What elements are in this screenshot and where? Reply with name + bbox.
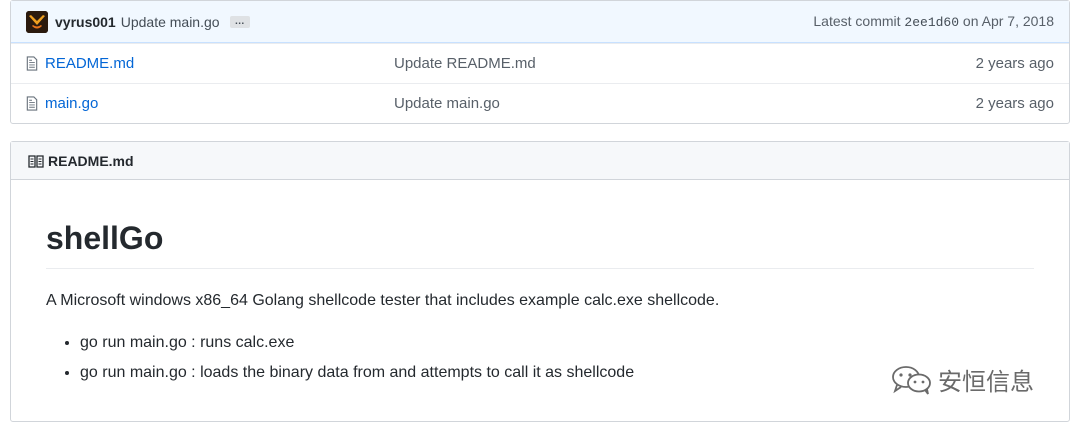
commit-message-link[interactable]: Update main.go <box>121 14 220 30</box>
readme-header-title: README.md <box>48 152 134 169</box>
commit-sha-link[interactable]: 2ee1d60 <box>904 15 959 30</box>
file-icon <box>26 96 38 111</box>
file-name-link[interactable]: main.go <box>45 95 98 112</box>
file-age: 2 years ago <box>975 55 1054 72</box>
file-age: 2 years ago <box>975 95 1054 112</box>
wechat-icon <box>892 365 931 395</box>
list-item: go run main.go : runs calc.exe <box>80 332 1034 354</box>
watermark: 安恒信息 <box>890 362 1034 397</box>
file-icon <box>26 56 38 71</box>
file-row: main.go Update main.go 2 years ago <box>11 83 1069 123</box>
readme-description: A Microsoft windows x86_64 Golang shellc… <box>46 292 720 309</box>
file-browser: vyrus001 Update main.go … Latest commit … <box>10 0 1070 124</box>
book-icon <box>28 154 44 168</box>
latest-commit-bar: vyrus001 Update main.go … Latest commit … <box>11 1 1069 43</box>
file-commit-message-link[interactable]: Update README.md <box>394 55 536 72</box>
watermark-text: 安恒信息 <box>938 368 1034 396</box>
commit-date: on Apr 7, 2018 <box>962 13 1054 29</box>
latest-commit-info: Latest commit 2ee1d60 on Apr 7, 2018 <box>813 13 1054 30</box>
expand-commit-button[interactable]: … <box>229 15 250 28</box>
file-row: README.md Update README.md 2 years ago <box>11 43 1069 83</box>
file-name-link[interactable]: README.md <box>45 55 134 72</box>
readme-header: README.md <box>11 142 1069 180</box>
readme-list: go run main.go : runs calc.exe go run ma… <box>46 332 1034 384</box>
latest-commit-label: Latest commit <box>813 13 901 29</box>
commit-author-link[interactable]: vyrus001 <box>55 14 116 30</box>
avatar[interactable] <box>26 10 48 33</box>
readme-body: shellGo A Microsoft windows x86_64 Golan… <box>11 218 1069 384</box>
file-commit-message-link[interactable]: Update main.go <box>394 95 500 112</box>
readme-title: shellGo <box>46 218 1034 269</box>
